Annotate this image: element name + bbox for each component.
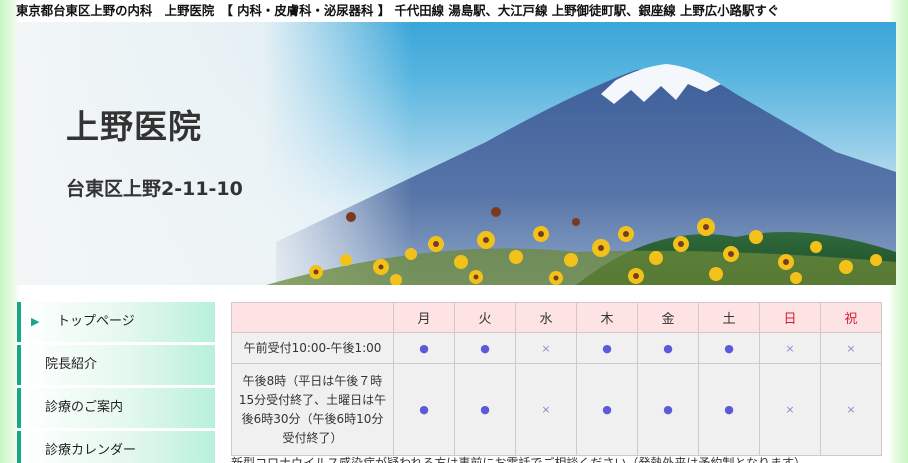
sidebar-item-label: トップページ bbox=[57, 314, 135, 329]
open-mark: ● bbox=[576, 332, 638, 364]
sidebar-nav: ▶ トップページ 院長紹介 診療のご案内 診療カレンダー bbox=[17, 302, 215, 463]
time-slot-label: 午前受付10:00-午後1:00 bbox=[231, 332, 394, 364]
sidebar-item-label: 診療のご案内 bbox=[45, 400, 124, 415]
closed-mark: × bbox=[759, 332, 821, 364]
day-header-holiday: 祝 bbox=[820, 302, 882, 333]
open-mark: ● bbox=[393, 363, 455, 456]
day-header: 木 bbox=[576, 302, 638, 333]
open-mark: ● bbox=[454, 363, 516, 456]
mountain-landscape-image bbox=[16, 22, 896, 285]
hero-banner: 上野医院 台東区上野2-11-10 bbox=[16, 22, 896, 285]
closed-mark: × bbox=[820, 332, 882, 364]
closed-mark: × bbox=[820, 363, 882, 456]
table-row: 午後8時（平日は午後７時15分受付終了、土曜日は午後6時30分（午後6時10分受… bbox=[231, 363, 882, 456]
day-header: 金 bbox=[637, 302, 699, 333]
time-slot-label: 午後8時（平日は午後７時15分受付終了、土曜日は午後6時30分（午後6時10分受… bbox=[231, 363, 394, 456]
open-mark: ● bbox=[454, 332, 516, 364]
open-mark: ● bbox=[698, 363, 760, 456]
triangle-right-icon: ▶ bbox=[31, 315, 40, 328]
closed-mark: × bbox=[515, 363, 577, 456]
notice-text: 新型コロナウイルス感染症が疑われる方は事前にお電話でご相談ください（発熱外来は予… bbox=[231, 456, 807, 463]
day-header: 土 bbox=[698, 302, 760, 333]
open-mark: ● bbox=[393, 332, 455, 364]
consultation-hours-table: 月 火 水 木 金 土 日 祝 午前受付10:00-午後1:00 ● ● × ●… bbox=[231, 302, 882, 456]
sidebar-item-label: 診療カレンダー bbox=[45, 443, 137, 458]
day-header: 水 bbox=[515, 302, 577, 333]
table-header-row: 月 火 水 木 金 土 日 祝 bbox=[231, 302, 882, 333]
day-header: 月 bbox=[393, 302, 455, 333]
sidebar-item-label: 院長紹介 bbox=[45, 357, 98, 372]
clinic-name: 上野医院 bbox=[66, 107, 202, 146]
open-mark: ● bbox=[698, 332, 760, 364]
open-mark: ● bbox=[637, 332, 699, 364]
day-header: 火 bbox=[454, 302, 516, 333]
table-row: 午前受付10:00-午後1:00 ● ● × ● ● ● × × bbox=[231, 332, 882, 364]
site-description: 東京都台東区上野の内科 上野医院 【 内科・皮膚科・泌尿器科 】 千代田線 湯島… bbox=[16, 3, 780, 18]
sidebar-item-calendar[interactable]: 診療カレンダー bbox=[17, 431, 215, 463]
page: 東京都台東区上野の内科 上野医院 【 内科・皮膚科・泌尿器科 】 千代田線 湯島… bbox=[16, 0, 896, 463]
open-mark: ● bbox=[576, 363, 638, 456]
day-header-sunday: 日 bbox=[759, 302, 821, 333]
sidebar-item-services[interactable]: 診療のご案内 bbox=[17, 388, 215, 428]
open-mark: ● bbox=[637, 363, 699, 456]
closed-mark: × bbox=[515, 332, 577, 364]
clinic-address: 台東区上野2-11-10 bbox=[66, 178, 243, 200]
closed-mark: × bbox=[759, 363, 821, 456]
table-corner-cell bbox=[231, 302, 394, 333]
sidebar-item-top-page[interactable]: ▶ トップページ bbox=[17, 302, 215, 342]
sidebar-item-director[interactable]: 院長紹介 bbox=[17, 345, 215, 385]
